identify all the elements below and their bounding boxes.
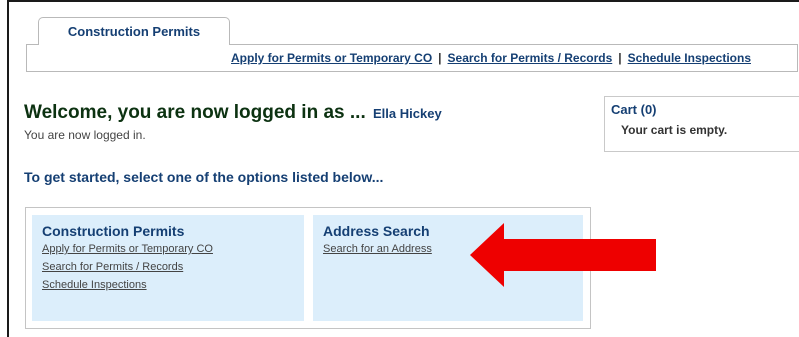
welcome-heading: Welcome, you are now logged in as ... El… [24,102,442,124]
top-nav-bar: Apply for Permits or Temporary CO | Sear… [26,44,798,72]
construction-permits-box: Construction Permits Apply for Permits o… [32,215,304,321]
nav-separator: | [438,51,442,65]
nav-separator: | [618,51,622,65]
nav-link-apply-permits[interactable]: Apply for Permits or Temporary CO [231,51,432,65]
cart-panel: Cart (0) Your cart is empty. [604,96,799,152]
construction-permits-title: Construction Permits [42,223,185,239]
instructions-text: To get started, select one of the option… [24,169,384,185]
user-name: Ella Hickey [373,106,442,121]
link-schedule-inspections[interactable]: Schedule Inspections [42,279,294,291]
link-apply-permits[interactable]: Apply for Permits or Temporary CO [42,243,294,255]
login-status: You are now logged in. [24,128,146,142]
link-search-permits[interactable]: Search for Permits / Records [42,261,294,273]
nav-link-schedule-inspections[interactable]: Schedule Inspections [628,51,751,65]
nav-link-search-permits[interactable]: Search for Permits / Records [448,51,613,65]
cart-empty-message: Your cart is empty. [621,123,728,137]
tab-construction-permits[interactable]: Construction Permits [38,17,230,45]
welcome-text: Welcome, you are now logged in as ... [24,102,366,123]
red-arrow-icon [470,223,656,287]
cart-title[interactable]: Cart (0) [611,102,793,117]
